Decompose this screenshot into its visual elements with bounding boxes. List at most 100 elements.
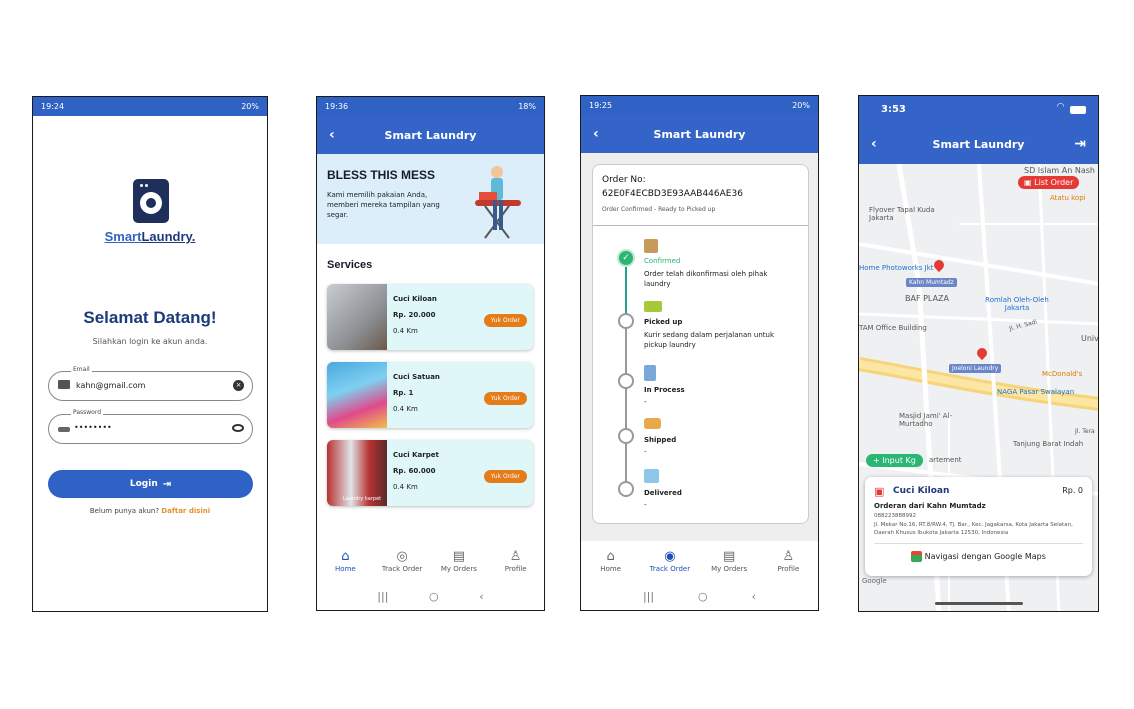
nav-label: Home bbox=[600, 565, 621, 573]
recent-apps-icon[interactable]: ||| bbox=[643, 590, 654, 603]
order-label: Order No: bbox=[602, 175, 646, 185]
map-label: Masjid Jami' Al-Murtadho bbox=[899, 412, 953, 428]
step-title: In Process bbox=[644, 386, 685, 394]
delivery-icon bbox=[644, 418, 661, 429]
clipboard-icon: ▤ bbox=[452, 549, 466, 564]
google-maps-icon bbox=[911, 551, 923, 562]
laundry-tag: Joeloni Laundry bbox=[949, 364, 1002, 373]
step-desc: - bbox=[644, 398, 647, 406]
order-info-card[interactable]: ▣ Cuci Kiloan Rp. 0 Orderan dari Kahn Mu… bbox=[865, 477, 1092, 576]
map-label: Jl. Tera bbox=[1075, 428, 1095, 435]
service-distance: 0.4 Km bbox=[393, 405, 418, 413]
step-desc: - bbox=[644, 448, 647, 456]
service-price: Rp. 20.000 bbox=[393, 311, 436, 319]
logout-icon[interactable]: ⇥ bbox=[1074, 136, 1086, 152]
map-label: Flyover Tapal Kuda Jakarta bbox=[869, 206, 935, 222]
service-name: Cuci Kiloan bbox=[393, 295, 437, 303]
map-view[interactable]: SD Islam An Nash ▣ List Order Atatu kopi… bbox=[859, 164, 1098, 611]
nav-label: Track Order bbox=[381, 565, 423, 573]
customer-tag: Kahn Mumtadz bbox=[906, 278, 957, 287]
wifi-icon: ◠ bbox=[1057, 102, 1064, 112]
list-order-label: List Order bbox=[1034, 178, 1074, 187]
service-card[interactable]: Cuci Satuan Rp. 1 0.4 Km Yuk Order bbox=[327, 362, 533, 428]
nav-track-order[interactable]: ◉ Track Order bbox=[642, 549, 697, 573]
card-phone: 088223888992 bbox=[874, 513, 916, 519]
ironing-illustration bbox=[475, 166, 521, 239]
nav-track-order[interactable]: ◎ Track Order bbox=[375, 549, 430, 573]
bottom-nav: ⌂ Home ◎ Track Order ▤ My Orders ♙ Profile bbox=[317, 549, 544, 573]
status-battery: 18% bbox=[518, 102, 536, 111]
nav-profile[interactable]: ♙ Profile bbox=[488, 549, 543, 573]
map-label: SD Islam An Nash bbox=[1024, 166, 1095, 175]
app-title: Smart Laundry bbox=[384, 128, 477, 142]
step-desc: - bbox=[644, 501, 647, 509]
recent-apps-icon[interactable]: ||| bbox=[377, 590, 388, 603]
step-check-icon: ✓ bbox=[617, 249, 635, 267]
service-photo: Laundry karpet bbox=[327, 440, 387, 506]
status-bar: 19:24 20% bbox=[33, 97, 267, 116]
bottom-nav: ⌂ Home ◉ Track Order ▤ My Orders ♙ Profile bbox=[581, 549, 818, 573]
login-button[interactable]: Login ⇥ bbox=[48, 470, 253, 498]
home-screen: 19:36 18% ‹ Smart Laundry BLESS THIS MES… bbox=[316, 96, 545, 611]
service-card[interactable]: Laundry karpet Cuci Karpet Rp. 60.000 0.… bbox=[327, 440, 533, 506]
truck-icon bbox=[644, 301, 662, 312]
email-field[interactable]: Email kahn@gmail.com × bbox=[48, 366, 253, 401]
nav-my-orders[interactable]: ▤ My Orders bbox=[702, 549, 757, 573]
nav-profile[interactable]: ♙ Profile bbox=[761, 549, 816, 573]
register-link[interactable]: Daftar disini bbox=[161, 507, 210, 515]
home-circle-icon[interactable]: ○ bbox=[429, 590, 439, 603]
system-back-icon[interactable]: ‹ bbox=[479, 590, 483, 603]
map-label: Atatu kopi bbox=[1050, 194, 1086, 202]
customer-tag-label: Kahn Mumtadz bbox=[909, 279, 954, 286]
step-desc: Order telah dikonfirmasi oleh pihak laun… bbox=[644, 270, 768, 288]
nav-my-orders[interactable]: ▤ My Orders bbox=[431, 549, 486, 573]
login-label: Login bbox=[129, 479, 158, 489]
basket-icon: ▣ bbox=[874, 485, 885, 498]
eye-off-icon[interactable] bbox=[232, 424, 244, 432]
order-status: Order Confirmed - Ready to Picked up bbox=[602, 206, 716, 213]
order-number: 62E0F4ECBD3E93AAB446AE36 bbox=[602, 189, 743, 199]
service-name: Cuci Karpet bbox=[393, 451, 439, 459]
clear-icon[interactable]: × bbox=[233, 380, 244, 391]
map-label: Tanjung Barat Indah bbox=[1013, 440, 1084, 448]
step-title: Shipped bbox=[644, 436, 677, 444]
brand-part-1: Smart bbox=[104, 229, 142, 244]
service-photo bbox=[327, 362, 387, 428]
welcome-heading: Selamat Datang! bbox=[83, 308, 217, 327]
order-button[interactable]: Yuk Order bbox=[483, 470, 527, 483]
home-circle-icon[interactable]: ○ bbox=[698, 590, 708, 603]
google-maps-nav-button[interactable]: Navigasi dengan Google Maps bbox=[865, 551, 1092, 562]
service-distance: 0.4 Km bbox=[393, 483, 418, 491]
nav-home[interactable]: ⌂ Home bbox=[318, 549, 373, 573]
track-order-screen: 19:25 20% ‹ Smart Laundry Order No: 62E0… bbox=[580, 95, 819, 611]
back-arrow-icon[interactable]: ‹ bbox=[593, 126, 599, 142]
system-nav: ||| ○ ‹ bbox=[317, 590, 544, 603]
map-label: NAGA Pasar Swalayan bbox=[997, 388, 1075, 396]
email-value: kahn@gmail.com bbox=[76, 381, 146, 390]
nav-label: Track Order bbox=[649, 565, 691, 573]
password-value: •••••••• bbox=[74, 423, 112, 432]
laundry-tag-label: Joeloni Laundry bbox=[952, 365, 999, 372]
list-order-button[interactable]: ▣ List Order bbox=[1018, 176, 1080, 189]
app-bar: ‹ Smart Laundry bbox=[581, 115, 818, 153]
order-button[interactable]: Yuk Order bbox=[483, 392, 527, 405]
back-arrow-icon[interactable]: ‹ bbox=[871, 136, 877, 152]
password-field[interactable]: Password •••••••• bbox=[48, 409, 253, 444]
home-icon: ⌂ bbox=[606, 549, 615, 564]
input-kg-button[interactable]: + Input Kg bbox=[866, 454, 923, 467]
service-card[interactable]: Cuci Kiloan Rp. 20.000 0.4 Km Yuk Order bbox=[327, 284, 533, 350]
order-button[interactable]: Yuk Order bbox=[483, 314, 527, 327]
map-screen: 3:53 ◠ ‹ Smart Laundry ⇥ SD Islam An Nas… bbox=[858, 95, 1099, 612]
back-arrow-icon[interactable]: ‹ bbox=[329, 127, 335, 143]
status-bar: 19:36 18% bbox=[317, 97, 544, 116]
system-back-icon[interactable]: ‹ bbox=[752, 590, 756, 603]
photo-caption: Laundry karpet bbox=[343, 496, 382, 502]
app-bar: ‹ Smart Laundry ⇥ bbox=[859, 124, 1098, 164]
map-label: TAM Office Building bbox=[859, 324, 927, 332]
nav-home[interactable]: ⌂ Home bbox=[583, 549, 638, 573]
app-title: Smart Laundry bbox=[932, 137, 1025, 151]
step-circle bbox=[618, 428, 634, 444]
app-bar: ‹ Smart Laundry bbox=[317, 116, 544, 154]
map-label: Romlah Oleh-Oleh Jakarta bbox=[985, 296, 1049, 312]
status-bar: 19:25 20% bbox=[581, 96, 818, 115]
